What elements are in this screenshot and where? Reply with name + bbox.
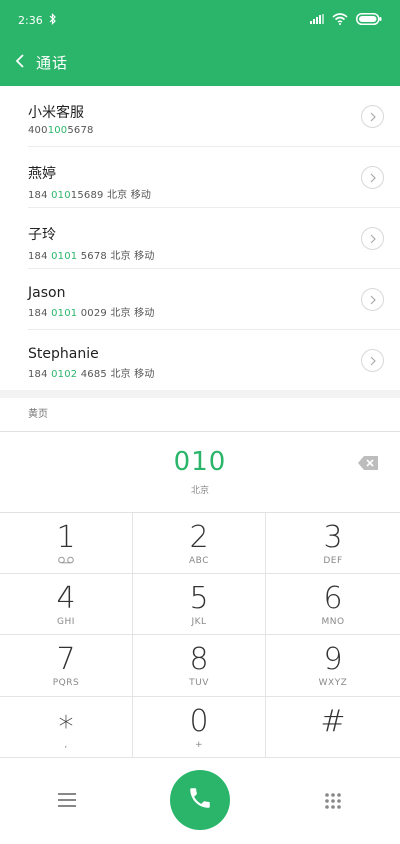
key-1[interactable]: 1	[0, 513, 133, 574]
key-3[interactable]: 3 DEF	[266, 513, 400, 574]
key-8[interactable]: 8 TUV	[133, 635, 266, 697]
bottom-bar	[0, 758, 400, 844]
contact-number: 184 0101 5678 北京 移动	[28, 251, 155, 262]
status-time: 2:36	[18, 13, 43, 27]
contact-row[interactable]: Jason 184 0101 0029 北京 移动	[0, 269, 400, 330]
key-star[interactable]: ∗ ,	[0, 697, 133, 758]
contact-number: 184 01015689 北京 移动	[28, 190, 152, 201]
key-4[interactable]: 4 GHI	[0, 574, 133, 635]
wifi-icon	[332, 12, 348, 28]
dialpad-icon[interactable]	[324, 792, 342, 814]
contact-name: Stephanie	[28, 346, 99, 362]
bluetooth-icon	[49, 12, 57, 28]
contact-name: 子玲	[28, 227, 56, 243]
key-0[interactable]: 0 +	[133, 697, 266, 758]
section-divider	[0, 390, 400, 398]
dialed-number: 010	[173, 447, 227, 477]
contact-row[interactable]: 燕婷 184 01015689 北京 移动	[0, 147, 400, 208]
contact-row[interactable]: Stephanie 184 0102 4685 北京 移动	[0, 330, 400, 391]
contact-name: 小米客服	[28, 105, 84, 121]
page-title: 通话	[36, 54, 69, 72]
key-2[interactable]: 2 ABC	[133, 513, 266, 574]
call-button[interactable]	[170, 770, 230, 830]
phone-icon	[187, 785, 213, 815]
key-5[interactable]: 5 JKL	[133, 574, 266, 635]
contact-info-button[interactable]	[361, 349, 384, 372]
contact-name: Jason	[28, 285, 66, 301]
contact-info-button[interactable]	[361, 227, 384, 250]
contact-row[interactable]: 小米客服 4001005678	[0, 86, 400, 147]
contact-info-button[interactable]	[361, 105, 384, 128]
contact-number: 184 0101 0029 北京 移动	[28, 308, 155, 319]
app-header: 2:36 通话	[0, 0, 400, 86]
key-9[interactable]: 9 WXYZ	[266, 635, 400, 697]
contact-info-button[interactable]	[361, 166, 384, 189]
backspace-icon[interactable]	[358, 455, 378, 474]
dial-display: 010 北京	[0, 431, 400, 513]
contact-suggestions: 小米客服 4001005678 燕婷 184 01015689 北京 移动 子玲…	[0, 86, 400, 391]
number-location: 北京	[190, 486, 209, 496]
contact-name: 燕婷	[28, 166, 56, 182]
contact-row[interactable]: 子玲 184 0101 5678 北京 移动	[0, 208, 400, 269]
back-button[interactable]	[14, 53, 26, 73]
keypad: 1 2 ABC 3 DEF 4 GHI 5 JKL 6 MNO 7 PQRS 8…	[0, 513, 400, 758]
yellow-pages-label[interactable]: 黄页	[28, 405, 48, 420]
contact-info-button[interactable]	[361, 288, 384, 311]
key-7[interactable]: 7 PQRS	[0, 635, 133, 697]
battery-icon	[356, 12, 382, 28]
key-6[interactable]: 6 MNO	[266, 574, 400, 635]
contact-number: 184 0102 4685 北京 移动	[28, 369, 155, 380]
voicemail-icon	[0, 556, 132, 567]
menu-icon[interactable]	[58, 792, 76, 811]
key-hash[interactable]: #	[266, 697, 400, 758]
status-bar: 2:36	[18, 10, 382, 30]
signal-icon	[310, 13, 324, 27]
contact-number: 4001005678	[28, 125, 94, 136]
